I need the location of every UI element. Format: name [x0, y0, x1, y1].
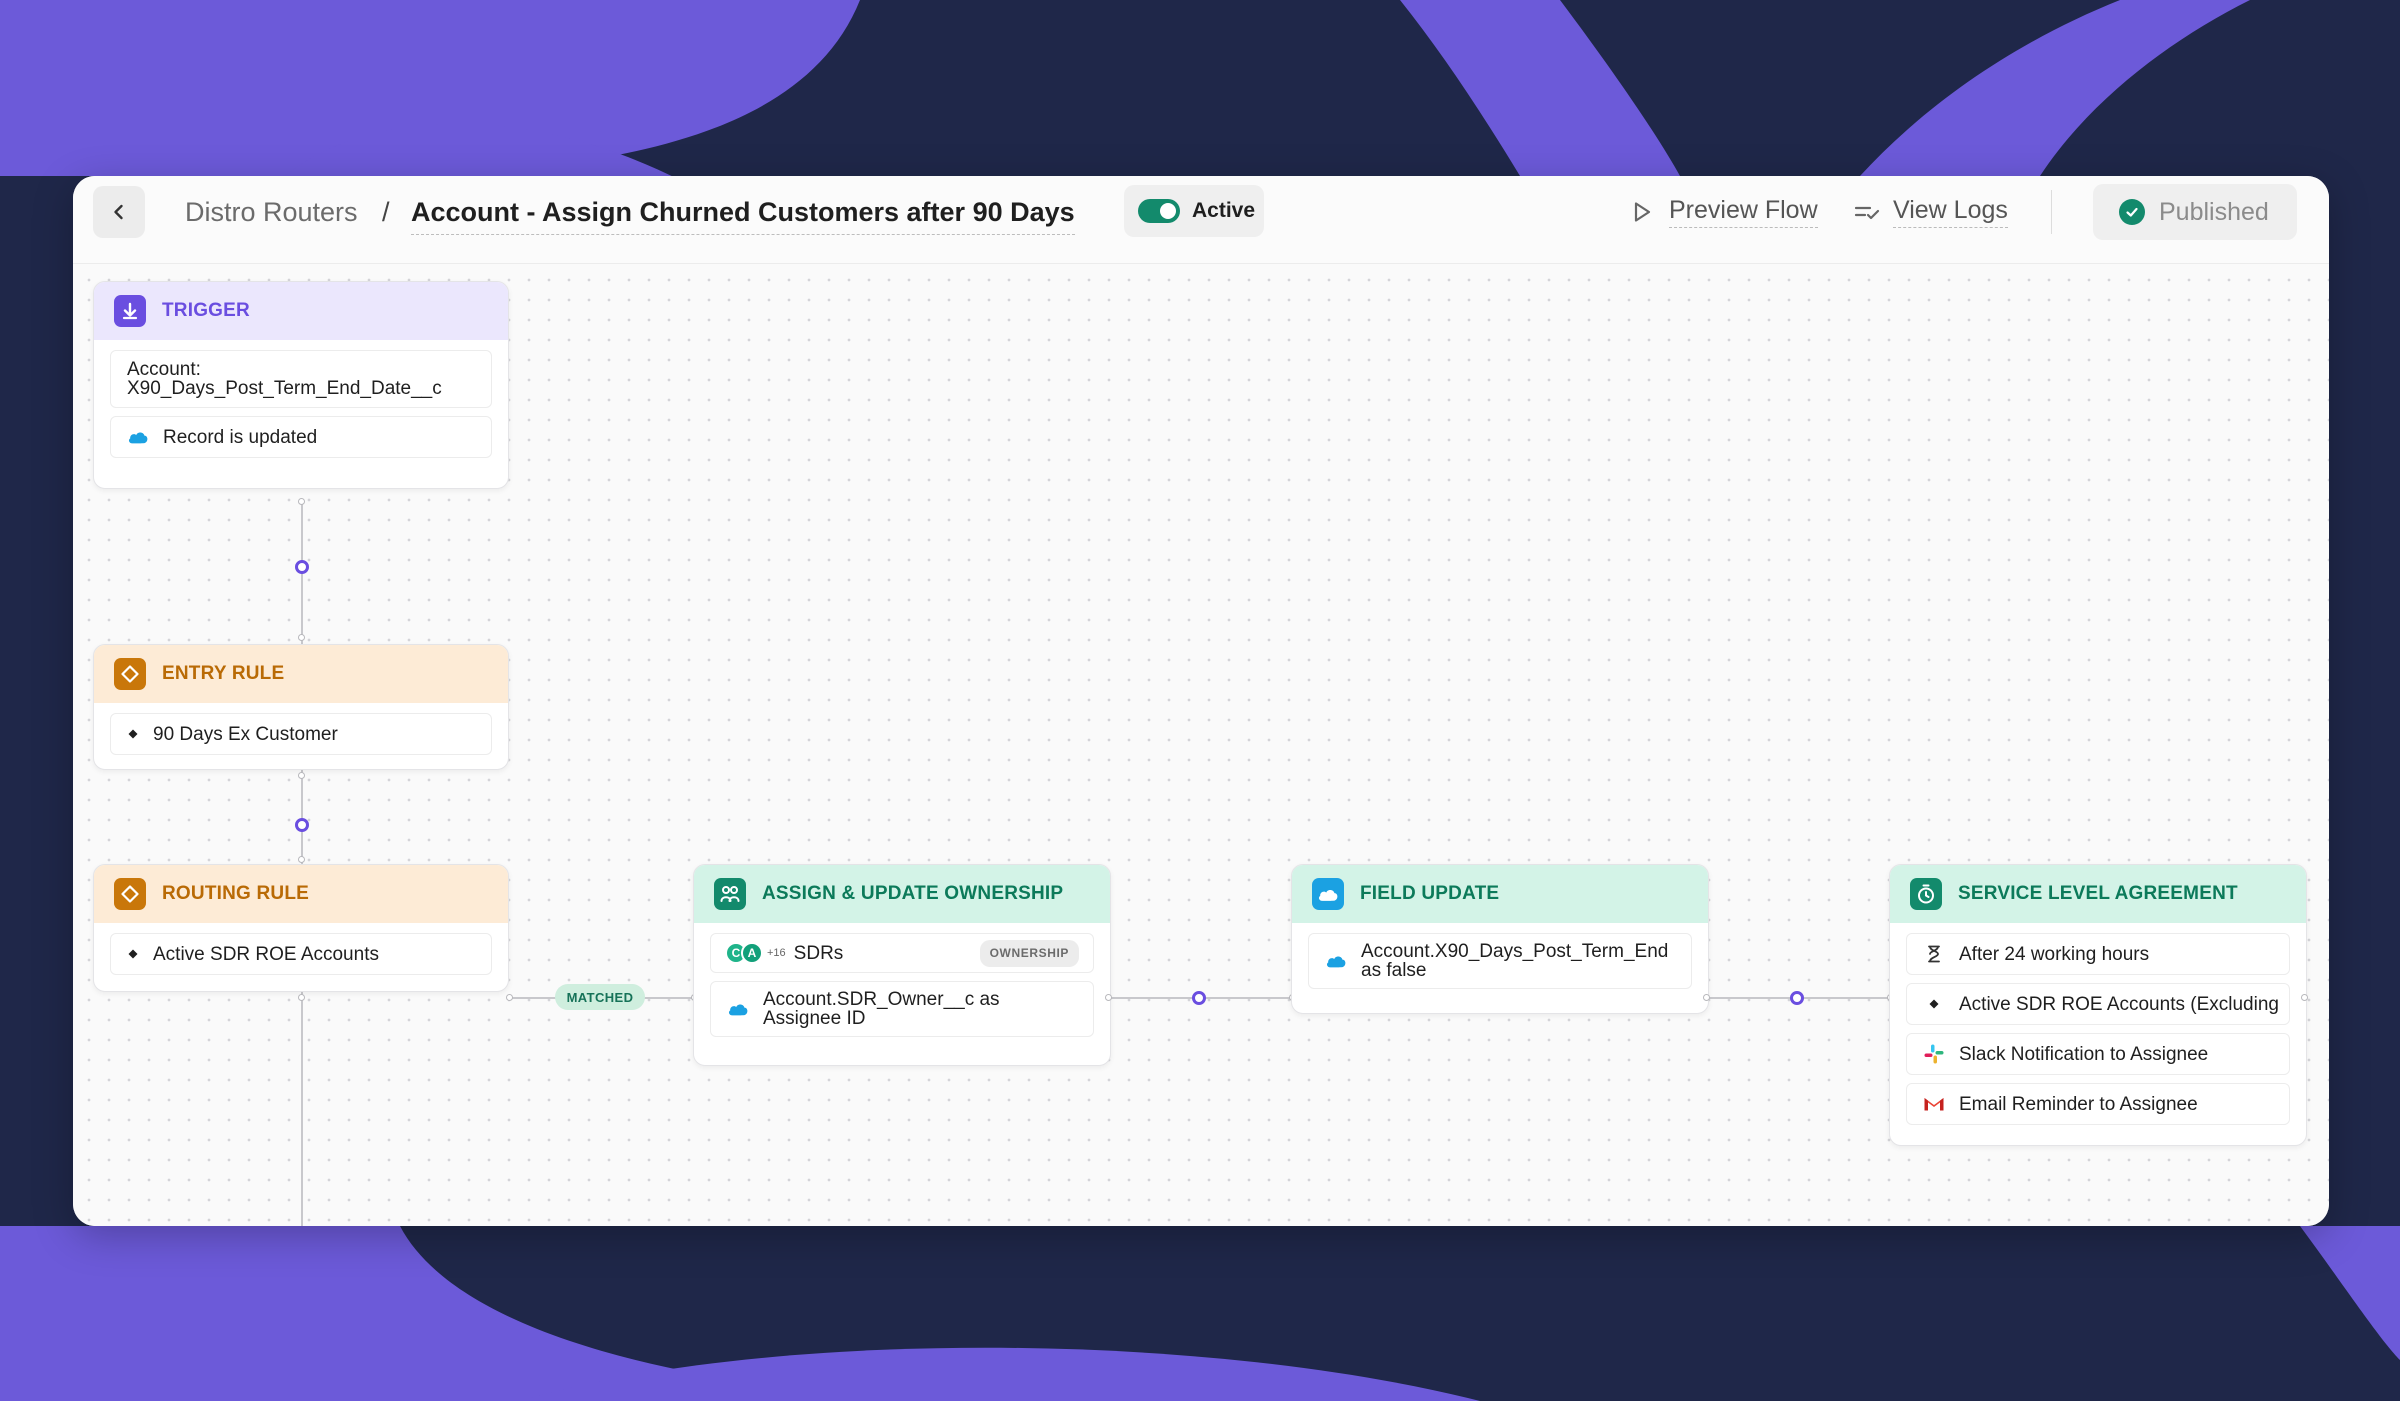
flow-title[interactable]: Account - Assign Churned Customers after…: [411, 194, 1075, 235]
trigger-field-name: X90_Days_Post_Term_End_Date__c: [127, 378, 442, 399]
slack-icon: [1923, 1043, 1945, 1065]
routing-rule-label: Active SDR ROE Accounts: [153, 943, 379, 965]
assignee-field-role: Assignee ID: [763, 1008, 866, 1029]
chevron-left-icon: [114, 204, 123, 220]
sla-node-title: SERVICE LEVEL AGREEMENT: [1958, 883, 2238, 904]
avatar: A: [741, 942, 763, 964]
add-step-button-2[interactable]: [295, 818, 309, 832]
add-step-button-1[interactable]: [295, 560, 309, 574]
sla-node-header: SERVICE LEVEL AGREEMENT: [1890, 865, 2306, 923]
salesforce-cloud-icon: [1312, 878, 1344, 910]
sla-output-port[interactable]: [2301, 994, 2308, 1001]
routing-rule-node-header: ROUTING RULE: [94, 865, 508, 923]
play-icon: [1634, 202, 1651, 222]
ownership-badge: OWNERSHIP: [979, 939, 1079, 967]
field-update-node-title: FIELD UPDATE: [1360, 883, 1500, 904]
active-toggle[interactable]: Active: [1124, 185, 1264, 237]
rule-diamond-icon: [1923, 999, 1945, 1009]
salesforce-cloud-icon: [1325, 953, 1347, 969]
trigger-event-row[interactable]: Record is updated: [110, 416, 492, 458]
sla-timer-row[interactable]: After 24 working hours: [1906, 933, 2290, 975]
salesforce-cloud-icon: [127, 429, 149, 445]
back-button[interactable]: [93, 186, 145, 238]
active-label: Active: [1192, 199, 1256, 222]
sla-email-row[interactable]: Email Reminder to Assignee: [1906, 1083, 2290, 1125]
flow-editor-window: Distro Routers / Account - Assign Churne…: [73, 176, 2329, 1226]
connector-trigger-entry: [301, 504, 303, 644]
more-assignees-count: +16: [767, 946, 786, 959]
trigger-node-title: TRIGGER: [162, 300, 250, 321]
stopwatch-icon: [1910, 878, 1942, 910]
trigger-node-header: TRIGGER: [94, 282, 508, 340]
team-icon: [714, 878, 746, 910]
toolbar-divider: [2051, 190, 2052, 234]
breadcrumb-separator: /: [382, 197, 390, 227]
entry-rule-node[interactable]: ENTRY RULE 90 Days Ex Customer: [93, 644, 509, 770]
field-update-node[interactable]: FIELD UPDATE Account.X90_Days_Post_Term_…: [1291, 864, 1709, 1014]
routing-output-port[interactable]: [506, 994, 513, 1001]
view-logs-button[interactable]: View Logs: [1853, 192, 2008, 232]
routing-rule-node[interactable]: ROUTING RULE Active SDR ROE Accounts: [93, 864, 509, 992]
breadcrumb-parent-link[interactable]: Distro Routers: [185, 194, 358, 230]
field-update-node-header: FIELD UPDATE: [1292, 865, 1708, 923]
assign-node-title: ASSIGN & UPDATE OWNERSHIP: [762, 883, 1064, 904]
entry-rule-diamond-icon: [114, 658, 146, 690]
field-update-field: Account.X90_Days_Post_Term_End: [1361, 942, 1669, 962]
matched-branch-label[interactable]: MATCHED: [555, 984, 645, 1010]
sla-email-label: Email Reminder to Assignee: [1959, 1093, 2198, 1115]
salesforce-cloud-icon: [727, 1001, 749, 1017]
published-button[interactable]: Published: [2093, 184, 2297, 240]
sla-timer-label: After 24 working hours: [1959, 943, 2150, 965]
sla-rule-label: Active SDR ROE Accounts (Excluding: [1959, 993, 2279, 1015]
field-update-row[interactable]: Account.X90_Days_Post_Term_End as false: [1308, 933, 1692, 989]
routing-rule-node-title: ROUTING RULE: [162, 883, 310, 904]
sla-rule-row[interactable]: Active SDR ROE Accounts (Excluding: [1906, 983, 2290, 1025]
flow-canvas[interactable]: TRIGGER Account: X90_Days_Post_Term_End_…: [73, 264, 2329, 1226]
routing-rule-row[interactable]: Active SDR ROE Accounts: [110, 933, 492, 975]
add-step-button-3[interactable]: [1192, 991, 1206, 1005]
entry-rule-label: 90 Days Ex Customer: [153, 723, 338, 745]
rule-diamond-icon: [127, 729, 139, 739]
trigger-output-port[interactable]: [298, 498, 305, 505]
trigger-event-label: Record is updated: [163, 426, 318, 448]
published-label: Published: [2159, 197, 2269, 226]
trigger-download-icon: [114, 295, 146, 327]
assign-output-port[interactable]: [1105, 994, 1112, 1001]
preview-flow-label: Preview Flow: [1669, 196, 1818, 228]
hourglass-icon: [1923, 945, 1945, 963]
top-bar: Distro Routers / Account - Assign Churne…: [73, 176, 2329, 264]
check-circle-icon: [2119, 199, 2145, 225]
routing-input-port[interactable]: [298, 856, 305, 863]
assign-ownership-node[interactable]: ASSIGN & UPDATE OWNERSHIP C A +16 SDRs O…: [693, 864, 1111, 1066]
sla-slack-label: Slack Notification to Assignee: [1959, 1043, 2209, 1065]
rule-diamond-icon: [127, 949, 139, 959]
trigger-node[interactable]: TRIGGER Account: X90_Days_Post_Term_End_…: [93, 281, 509, 489]
routing-rule-diamond-icon: [114, 878, 146, 910]
field-update-output-port[interactable]: [1703, 994, 1710, 1001]
routing-bottom-port[interactable]: [298, 994, 305, 1001]
field-update-value: as false: [1361, 960, 1427, 980]
assign-node-header: ASSIGN & UPDATE OWNERSHIP: [694, 865, 1110, 923]
add-step-button-4[interactable]: [1790, 991, 1804, 1005]
view-logs-label: View Logs: [1893, 196, 2008, 228]
entry-rule-node-title: ENTRY RULE: [162, 663, 285, 684]
toggle-switch[interactable]: [1138, 199, 1180, 223]
logs-icon: [1854, 206, 1880, 220]
assignee-team-label: SDRs: [793, 942, 844, 964]
entry-rule-node-header: ENTRY RULE: [94, 645, 508, 703]
trigger-object: Account:: [127, 359, 201, 380]
gmail-icon: [1923, 1096, 1945, 1112]
entry-output-port[interactable]: [298, 772, 305, 779]
sla-slack-row[interactable]: Slack Notification to Assignee: [1906, 1033, 2290, 1075]
entry-rule-row[interactable]: 90 Days Ex Customer: [110, 713, 492, 755]
assignee-field-row[interactable]: Account.SDR_Owner__c as Assignee ID: [710, 981, 1094, 1037]
preview-flow-button[interactable]: Preview Flow: [1629, 192, 1818, 232]
assignee-team-row[interactable]: C A +16 SDRs OWNERSHIP: [710, 933, 1094, 973]
entry-input-port[interactable]: [298, 634, 305, 641]
sla-node[interactable]: SERVICE LEVEL AGREEMENT After 24 working…: [1889, 864, 2307, 1146]
assignee-field-name: Account.SDR_Owner__c as: [763, 989, 1000, 1010]
trigger-field-row[interactable]: Account: X90_Days_Post_Term_End_Date__c: [110, 350, 492, 408]
